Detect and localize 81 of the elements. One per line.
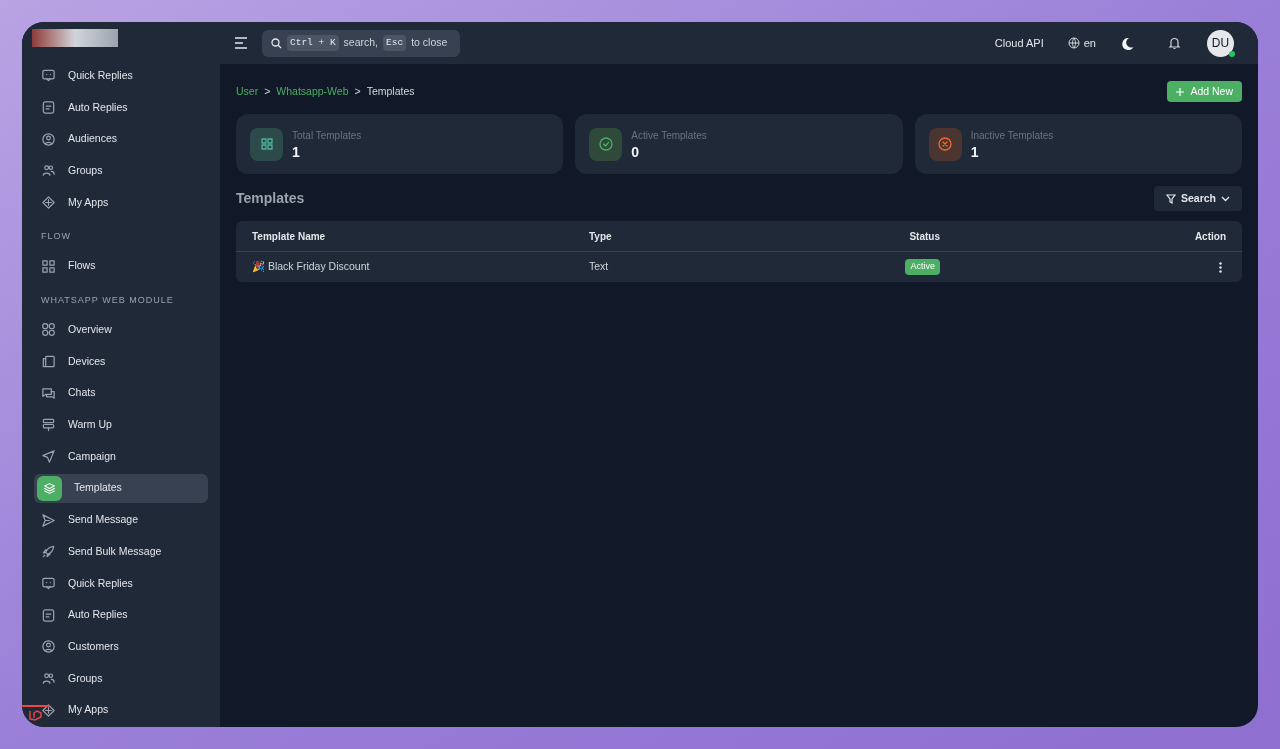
globe-icon	[1067, 37, 1080, 49]
sidebar-section-label: WHATSAPP WEB MODULE	[40, 293, 175, 307]
sidebar-item[interactable]: Campaign	[34, 441, 208, 472]
search-icon	[271, 37, 282, 49]
sidebar-section-label: FLOW	[40, 229, 72, 243]
stat-value: 1	[292, 142, 301, 161]
column-header: Template Name	[252, 229, 327, 244]
column-header: Status	[908, 229, 941, 244]
moon-icon[interactable]	[1122, 36, 1134, 50]
breadcrumb-separator: >	[264, 83, 271, 99]
sidebar-item[interactable]: Devices	[34, 346, 208, 377]
user-circle-icon	[41, 639, 56, 655]
stat-value: 1	[970, 142, 980, 161]
chats-icon	[41, 385, 56, 401]
stat-label: Active Templates	[631, 128, 707, 143]
sidebar-item[interactable]: Groups	[34, 663, 208, 694]
sidebar-item[interactable]: Chats	[34, 378, 208, 409]
sidebar-item[interactable]: Auto Replies	[34, 600, 208, 630]
x-circle-icon	[937, 136, 954, 152]
section-title: Templates	[236, 189, 305, 208]
sidebar-item[interactable]: Flows	[34, 251, 208, 282]
paper-plane-icon	[41, 449, 56, 465]
sidebar-item[interactable]: Send Message	[34, 505, 208, 535]
breadcrumb-current: Templates	[366, 83, 415, 99]
circles-icon	[41, 322, 56, 338]
layers-icon	[43, 481, 56, 495]
language-selector[interactable]: en	[1067, 34, 1096, 52]
grid-icon	[258, 136, 275, 152]
table-cell-text: 🎉 Black Friday Discount	[252, 259, 371, 275]
cube-icon	[41, 702, 56, 718]
stat-value: 0	[631, 142, 641, 161]
keyboard-key: Esc	[383, 34, 407, 52]
more-options-icon[interactable]	[1219, 261, 1222, 273]
document-icon	[41, 99, 56, 115]
sidebar-item[interactable]: Groups	[34, 156, 208, 186]
debug-bar-icon[interactable]	[22, 705, 50, 723]
users-icon	[41, 163, 56, 179]
sidebar-item[interactable]: Templates	[34, 473, 208, 504]
breadcrumb-separator: >	[354, 83, 361, 99]
sidebar-item[interactable]: Customers	[34, 631, 208, 662]
user-circle-icon	[41, 131, 56, 147]
column-header: Action	[1193, 229, 1226, 244]
document-icon	[41, 607, 56, 623]
column-header: Type	[589, 229, 613, 244]
breadcrumb-link[interactable]: User	[236, 83, 259, 100]
sidebar-item[interactable]: Warm Up	[34, 410, 208, 440]
sidebar-item[interactable]: Auto Replies	[34, 92, 208, 123]
table-cell-text: Text	[589, 259, 610, 275]
sidebar-item[interactable]: Quick Replies	[34, 568, 208, 599]
stat-label: Total Templates	[292, 128, 362, 143]
sidebar-item[interactable]: My Apps	[34, 187, 208, 218]
sidebar-item[interactable]: Send Bulk Message	[34, 536, 208, 567]
sidebar-item[interactable]: My Apps	[34, 695, 208, 725]
grid-icon	[41, 258, 56, 274]
chevron-down-icon	[1221, 195, 1230, 202]
status-badge: Active	[905, 259, 940, 275]
signpost-icon	[41, 417, 56, 433]
sidebar-item[interactable]: Overview	[34, 315, 208, 345]
rocket-icon	[41, 544, 56, 560]
search-field[interactable]: Ctrl + K search, Esc to close	[262, 29, 460, 57]
send-icon	[41, 512, 56, 528]
plus-icon	[1176, 87, 1185, 96]
filter-icon	[1165, 193, 1176, 204]
menu-icon[interactable]	[234, 37, 248, 49]
stat-label: Inactive Templates	[970, 128, 1054, 143]
user-avatar[interactable]: DU	[1207, 29, 1234, 57]
sidebar-item[interactable]: Audiences	[34, 124, 208, 154]
devices-icon	[41, 354, 56, 370]
search-hint-text: to close	[411, 35, 448, 51]
chat-bubble-icon	[41, 68, 56, 84]
cube-icon	[41, 195, 56, 211]
users-icon	[41, 670, 56, 686]
keyboard-key: Ctrl + K	[287, 34, 339, 52]
bell-icon[interactable]	[1168, 36, 1181, 50]
breadcrumb-link[interactable]: Whatsapp-Web	[276, 83, 349, 100]
chat-bubble-icon	[41, 575, 56, 591]
check-circle-icon	[597, 136, 614, 152]
search-hint-text: search,	[343, 35, 379, 51]
search-filter-button[interactable]: Search	[1153, 186, 1242, 211]
cloud-api-link[interactable]: Cloud API	[994, 34, 1044, 52]
sidebar-item[interactable]: Quick Replies	[34, 60, 208, 91]
